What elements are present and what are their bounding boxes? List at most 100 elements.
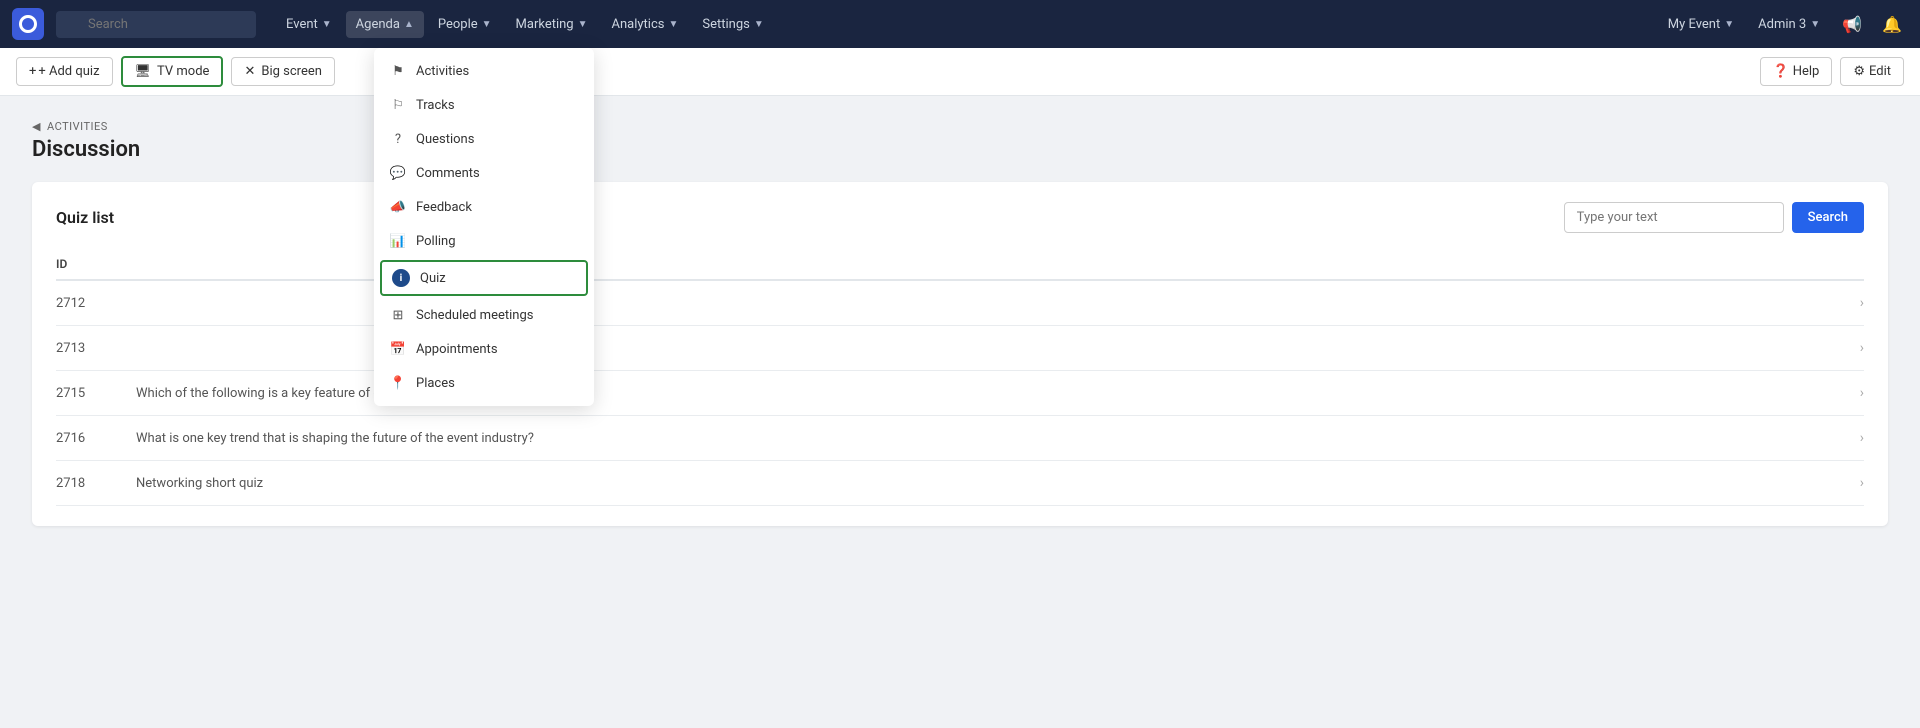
page-title: Discussion xyxy=(32,137,1888,162)
dropdown-item-activities[interactable]: ⚑ Activities xyxy=(374,54,594,88)
chevron-down-icon: ▼ xyxy=(1810,19,1820,30)
chevron-right-icon: › xyxy=(1860,475,1864,491)
table-row[interactable]: 2715 Which of the following is a key fea… xyxy=(56,371,1864,416)
chevron-right-icon: › xyxy=(1860,340,1864,356)
col-id: ID xyxy=(56,249,136,280)
edit-button[interactable]: ⚙ Edit xyxy=(1840,57,1904,86)
scheduled-meetings-icon: ⊞ xyxy=(390,307,406,323)
navbar: 🔍 Event ▼ Agenda ▲ People ▼ Marketing ▼ … xyxy=(0,0,1920,48)
monitor-icon: 🖥 xyxy=(135,64,152,79)
add-quiz-button[interactable]: + + Add quiz xyxy=(16,57,113,86)
chevron-down-icon: ▼ xyxy=(482,19,492,30)
chevron-down-icon: ▼ xyxy=(669,19,679,30)
help-button[interactable]: ❓ Help xyxy=(1760,57,1833,86)
comments-icon: 💬 xyxy=(390,165,406,181)
breadcrumb: ◀ ACTIVITIES xyxy=(32,120,1888,133)
notification-icon[interactable]: 🔔 xyxy=(1876,11,1908,38)
megaphone-icon[interactable]: 📢 xyxy=(1836,11,1868,38)
nav-item-event[interactable]: Event ▼ xyxy=(276,11,342,38)
dropdown-item-scheduled-meetings[interactable]: ⊞ Scheduled meetings xyxy=(374,298,594,332)
feedback-icon: 📣 xyxy=(390,199,406,215)
toolbar-right: ❓ Help ⚙ Edit xyxy=(1760,57,1905,86)
nav-item-settings[interactable]: Settings ▼ xyxy=(692,11,773,38)
row-action[interactable]: › xyxy=(1824,280,1864,326)
activities-label: Activities xyxy=(416,64,469,79)
nav-item-people[interactable]: People ▼ xyxy=(428,11,502,38)
row-action[interactable]: › xyxy=(1824,461,1864,506)
tv-mode-button[interactable]: 🖥 TV mode xyxy=(121,56,224,87)
chevron-right-icon: › xyxy=(1860,430,1864,446)
toolbar: + + Add quiz 🖥 TV mode ✕ Big screen ❓ He… xyxy=(0,48,1920,96)
help-icon: ❓ xyxy=(1773,64,1789,79)
nav-right: My Event ▼ Admin 3 ▼ 📢 🔔 xyxy=(1660,11,1908,38)
dropdown-item-appointments[interactable]: 📅 Appointments xyxy=(374,332,594,366)
dropdown-item-tracks[interactable]: ⚐ Tracks xyxy=(374,88,594,122)
chevron-down-icon: ▼ xyxy=(322,19,332,30)
nav-item-marketing[interactable]: Marketing ▼ xyxy=(506,11,598,38)
chevron-down-icon: ▼ xyxy=(578,19,588,30)
row-id: 2713 xyxy=(56,326,136,371)
quiz-search-button[interactable]: Search xyxy=(1792,202,1864,233)
row-id: 2718 xyxy=(56,461,136,506)
my-event-dropdown[interactable]: My Event ▼ xyxy=(1660,13,1742,36)
quiz-badge-icon: i xyxy=(392,269,410,287)
quiz-icon: i xyxy=(392,269,410,287)
search-area: Search xyxy=(1564,202,1864,233)
row-question: Networking short quiz xyxy=(136,461,1824,506)
row-question: What is one key trend that is shaping th… xyxy=(136,416,1824,461)
table-row[interactable]: 2712 › xyxy=(56,280,1864,326)
plus-icon: + xyxy=(29,64,36,79)
questions-icon: ? xyxy=(390,131,406,147)
nav-item-analytics[interactable]: Analytics ▼ xyxy=(602,11,689,38)
table-row[interactable]: 2716 What is one key trend that is shapi… xyxy=(56,416,1864,461)
row-id: 2715 xyxy=(56,371,136,416)
chevron-right-icon: › xyxy=(1860,295,1864,311)
table-row[interactable]: 2713 › xyxy=(56,326,1864,371)
quiz-search-input[interactable] xyxy=(1564,202,1784,233)
dropdown-item-comments[interactable]: 💬 Comments xyxy=(374,156,594,190)
nav-item-agenda[interactable]: Agenda ▲ xyxy=(346,11,424,38)
row-action[interactable]: › xyxy=(1824,371,1864,416)
chevron-down-icon: ▼ xyxy=(754,19,764,30)
expand-icon: ✕ xyxy=(244,64,255,79)
big-screen-button[interactable]: ✕ Big screen xyxy=(231,57,334,86)
chevron-up-icon: ▲ xyxy=(404,19,414,30)
quiz-panel-title: Quiz list xyxy=(56,208,114,227)
appointments-label: Appointments xyxy=(416,342,498,357)
scheduled-meetings-label: Scheduled meetings xyxy=(416,308,533,323)
dropdown-item-polling[interactable]: 📊 Polling xyxy=(374,224,594,258)
tracks-icon: ⚐ xyxy=(390,97,406,113)
row-id: 2712 xyxy=(56,280,136,326)
search-input[interactable] xyxy=(56,11,256,38)
breadcrumb-arrow: ◀ xyxy=(32,120,41,133)
dropdown-item-quiz[interactable]: i Quiz xyxy=(380,260,588,296)
agenda-dropdown-menu: ⚑ Activities ⚐ Tracks? Questions 💬 Comments 📣 Fe… xyxy=(374,48,594,406)
table-row[interactable]: 2718 Networking short quiz › xyxy=(56,461,1864,506)
search-wrapper: 🔍 xyxy=(56,11,256,38)
questions-label: Questions xyxy=(416,132,474,147)
quiz-table: ID 2712 › 2713 › 2715 Which of the follo… xyxy=(56,249,1864,506)
row-action[interactable]: › xyxy=(1824,326,1864,371)
row-id: 2716 xyxy=(56,416,136,461)
comments-label: Comments xyxy=(416,166,480,181)
main-content: ◀ ACTIVITIES Discussion Quiz list Search… xyxy=(0,96,1920,550)
chevron-down-icon: ▼ xyxy=(1724,19,1734,30)
activities-icon: ⚑ xyxy=(390,63,406,79)
dropdown-item-places[interactable]: 📍 Places xyxy=(374,366,594,400)
polling-label: Polling xyxy=(416,234,456,249)
chevron-right-icon: › xyxy=(1860,385,1864,401)
quiz-label: Quiz xyxy=(420,271,446,286)
tracks-label: Tracks xyxy=(416,98,455,113)
dropdown-item-questions[interactable]: ? Questions xyxy=(374,122,594,156)
places-label: Places xyxy=(416,376,455,391)
places-icon: 📍 xyxy=(390,375,406,391)
quiz-panel-header: Quiz list Search xyxy=(56,202,1864,233)
dropdown-item-feedback[interactable]: 📣 Feedback xyxy=(374,190,594,224)
app-logo[interactable] xyxy=(12,8,44,40)
admin-dropdown[interactable]: Admin 3 ▼ xyxy=(1750,13,1828,36)
feedback-label: Feedback xyxy=(416,200,472,215)
gear-icon: ⚙ xyxy=(1853,64,1865,79)
appointments-icon: 📅 xyxy=(390,341,406,357)
polling-icon: 📊 xyxy=(390,233,406,249)
row-action[interactable]: › xyxy=(1824,416,1864,461)
